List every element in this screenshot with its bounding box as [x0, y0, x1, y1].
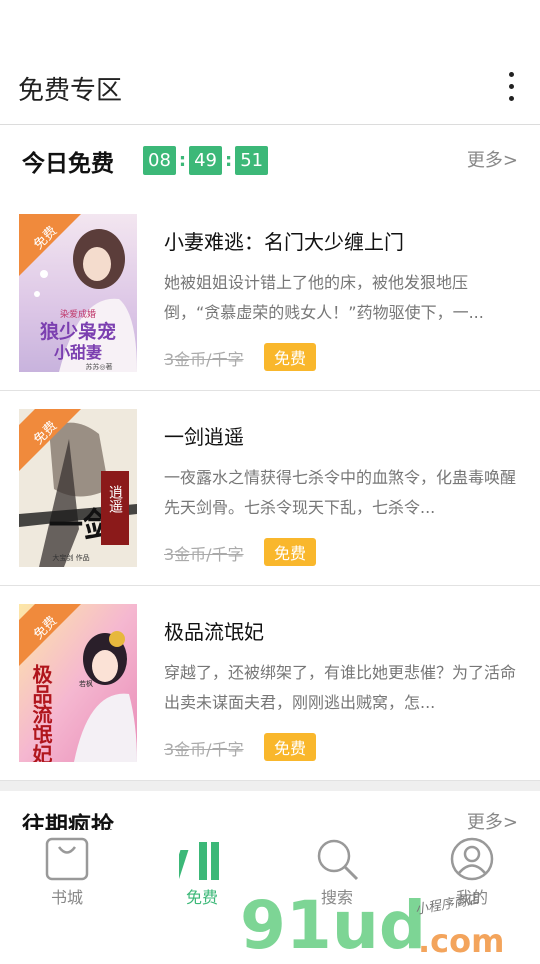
search-icon: [314, 836, 360, 882]
page-title: 免费专区: [18, 76, 123, 106]
book-item[interactable]: 一剑 逍遥 大宝剑 作品 免费 一剑逍遥 一夜露水之情获得七杀令中的血煞令，化蛊…: [0, 391, 540, 586]
user-icon: [449, 836, 495, 882]
book-item[interactable]: 极品流氓妃 若枫 免费 极品流氓妃 穿越了，还被绑架了，有谁比她更悲催？为了活命…: [0, 586, 540, 781]
nav-label: 书城: [50, 888, 83, 907]
books-icon: [170, 836, 225, 882]
nav-bookstore[interactable]: 书城: [17, 836, 117, 908]
countdown-minutes: 49: [189, 146, 223, 175]
countdown-timer: 08 : 49 : 51: [143, 146, 269, 175]
book-title[interactable]: 极品流氓妃: [164, 616, 264, 645]
nav-label: 免费: [185, 888, 218, 907]
book-item[interactable]: 染爱成婚 狼少枭宠 小甜妻 苏苏◎著 免费 小妻难逃：名门大少缠上门 她被姐姐设…: [0, 196, 540, 391]
today-more-link[interactable]: 更多>: [467, 146, 518, 172]
today-free-title: 今日免费: [22, 151, 114, 177]
bag-icon: [44, 836, 90, 882]
book-description: 她被姐姐设计错上了他的床，被他发狠地压倒，“贪慕虚荣的贱女人！”药物驱使下，一.…: [164, 273, 484, 322]
book-cover[interactable]: 极品流氓妃 若枫 免费: [19, 604, 137, 762]
book-cover[interactable]: 染爱成婚 狼少枭宠 小甜妻 苏苏◎著 免费: [19, 214, 137, 372]
today-free-header: 今日免费 08 : 49 : 51 更多>: [0, 126, 540, 186]
book-description: 穿越了，还被绑架了，有谁比她更悲催？为了活命出卖未谋面夫君，刚刚逃出贼窝，怎..…: [164, 663, 517, 712]
cover-main-title: 狼少枭宠: [40, 320, 116, 343]
cover-sub-title: 小甜妻: [54, 343, 102, 362]
free-tag: 免费: [264, 343, 317, 371]
cover-author: 大宝剑 作品: [52, 553, 89, 562]
app-header: 免费专区: [0, 0, 540, 125]
countdown-seconds: 51: [235, 146, 269, 175]
book-original-price: 3金币/千字: [164, 740, 244, 759]
book-title[interactable]: 一剑逍遥: [164, 421, 244, 450]
countdown-separator: :: [225, 150, 233, 171]
cover-tagline: 染爱成婚: [60, 308, 96, 320]
book-description: 一夜露水之情获得七杀令中的血煞令，化蛊毒唤醒先天剑骨。七杀令现天下乱，七杀令..…: [164, 468, 517, 517]
book-original-price: 3金币/千字: [164, 545, 244, 564]
countdown-hours: 08: [143, 146, 176, 175]
watermark-brand: 91ud: [240, 887, 426, 960]
cover-author: 若枫: [79, 679, 93, 688]
cover-main-title: 极品流氓妃: [29, 663, 53, 762]
book-cover[interactable]: 一剑 逍遥 大宝剑 作品 免费: [19, 409, 137, 567]
countdown-separator: :: [178, 150, 187, 171]
watermark-logo: 91ud .com 小程序商店: [240, 880, 540, 964]
cover-sub-title: 逍遥: [107, 485, 123, 514]
more-vertical-icon[interactable]: [506, 72, 516, 104]
free-tag: 免费: [264, 733, 317, 761]
watermark-suffix: .com: [418, 922, 504, 960]
nav-free[interactable]: 免费: [152, 836, 252, 908]
cover-author: 苏苏◎著: [85, 362, 112, 371]
book-title[interactable]: 小妻难逃：名门大少缠上门: [164, 226, 404, 255]
free-tag: 免费: [264, 538, 317, 566]
book-original-price: 3金币/千字: [164, 350, 244, 369]
